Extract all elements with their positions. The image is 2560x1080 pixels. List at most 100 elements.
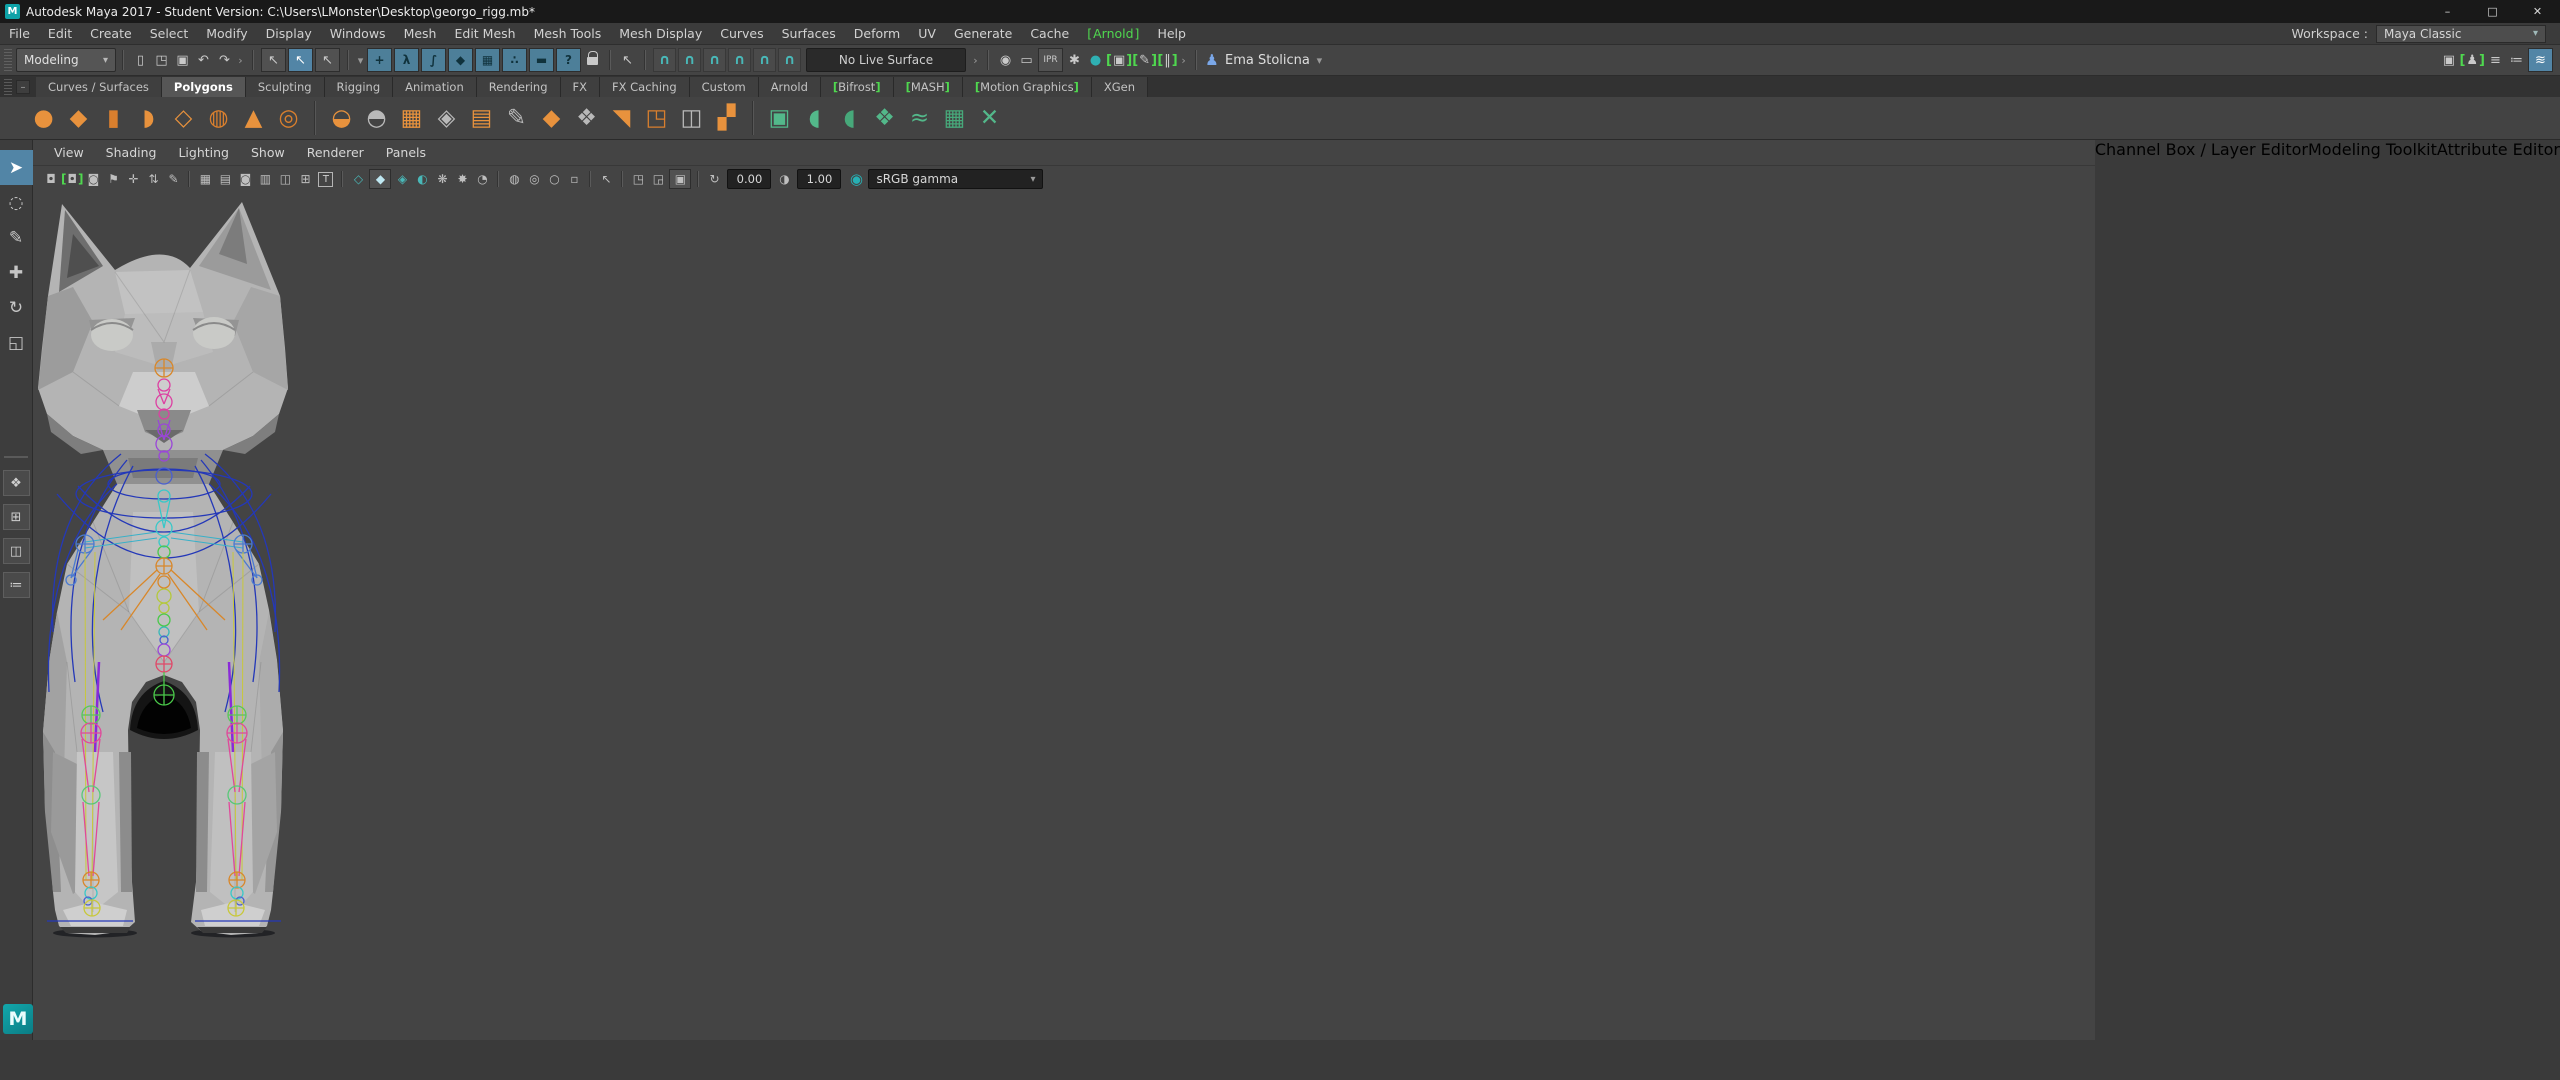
user-dropdown-arrow[interactable]: ▾ bbox=[1314, 48, 1325, 72]
gate-mask-icon[interactable]: ▥ bbox=[255, 169, 275, 189]
select-misc-icon[interactable]: ? bbox=[556, 48, 581, 72]
menu-mesh-display[interactable]: Mesh Display bbox=[610, 23, 711, 45]
menu-edit[interactable]: Edit bbox=[39, 23, 81, 45]
shaded-wireframe-mode-icon[interactable]: ◈ bbox=[392, 169, 412, 189]
channel-box-toggle-icon[interactable]: ≋ bbox=[2528, 48, 2553, 72]
menu-generate[interactable]: Generate bbox=[945, 23, 1021, 45]
workspace-dropdown[interactable]: Maya Classic bbox=[2376, 25, 2546, 43]
fog-icon[interactable]: ▫ bbox=[564, 169, 584, 189]
panel-menu-panels[interactable]: Panels bbox=[375, 145, 437, 160]
quad-draw-icon[interactable]: ▞ bbox=[709, 99, 744, 137]
boolean-difference-icon[interactable]: ◖ bbox=[797, 99, 832, 137]
collapse-arrow[interactable]: › bbox=[1178, 48, 1189, 72]
bracketed-pencil-tool-icon[interactable]: ✎ bbox=[1132, 48, 1157, 72]
remesh-icon[interactable]: ▦ bbox=[937, 99, 972, 137]
select-hierarchy-icon[interactable]: ↖ bbox=[261, 48, 286, 72]
poly-cylinder-icon[interactable]: ▮ bbox=[96, 99, 131, 137]
ipr-render-icon[interactable]: IPR bbox=[1038, 48, 1063, 72]
maximize-button[interactable]: □ bbox=[2470, 0, 2515, 23]
layout-four-pane-button[interactable]: ⊞ bbox=[3, 504, 30, 530]
safe-action-icon[interactable]: ⊞ bbox=[295, 169, 315, 189]
multi-cut-icon[interactable]: ✎ bbox=[499, 99, 534, 137]
snap-to-grid-icon[interactable]: ∩ bbox=[653, 48, 676, 72]
view-transform-dropdown[interactable]: sRGB gamma bbox=[868, 169, 1043, 189]
close-button[interactable]: ✕ bbox=[2515, 0, 2560, 23]
menu-curves[interactable]: Curves bbox=[711, 23, 772, 45]
shelf-tab-sculpting[interactable]: Sculpting bbox=[246, 77, 325, 97]
safe-title-icon[interactable]: T bbox=[318, 172, 333, 187]
move-tool[interactable]: ✚ bbox=[0, 255, 33, 290]
shelf-grip[interactable] bbox=[4, 79, 12, 95]
offset-edge-loop-icon[interactable]: ◫ bbox=[674, 99, 709, 137]
redo-icon[interactable]: ↷ bbox=[214, 48, 235, 72]
poly-cube-icon[interactable]: ◆ bbox=[61, 99, 96, 137]
open-scene-icon[interactable]: ◳ bbox=[151, 48, 172, 72]
select-rendering-icon[interactable]: ▬ bbox=[529, 48, 554, 72]
extrude-icon[interactable]: ◈ bbox=[429, 99, 464, 137]
menu-modify[interactable]: Modify bbox=[197, 23, 256, 45]
select-handles-icon[interactable]: + bbox=[367, 48, 392, 72]
menu-mesh[interactable]: Mesh bbox=[395, 23, 446, 45]
gamma-toggle-icon[interactable]: ◑ bbox=[774, 169, 794, 189]
viewport-renderer-icon[interactable]: ▣ bbox=[669, 169, 691, 189]
collapse-arrow[interactable]: › bbox=[235, 48, 246, 72]
snap-to-curves-icon[interactable]: ∩ bbox=[678, 48, 701, 72]
viewport-3d[interactable]: y x front -Z bbox=[33, 192, 2095, 1040]
shelf-menu-icon[interactable]: – bbox=[16, 80, 30, 94]
user-account-dropdown[interactable]: Ema Stolicna bbox=[1221, 48, 1314, 72]
character-controls-icon[interactable]: ♟ bbox=[2459, 48, 2485, 72]
grid-toggle-icon[interactable]: ▦ bbox=[195, 169, 215, 189]
wedge-icon[interactable]: ◥ bbox=[604, 99, 639, 137]
select-surfaces-icon[interactable]: ◆ bbox=[448, 48, 473, 72]
panel-menu-lighting[interactable]: Lighting bbox=[167, 145, 240, 160]
shelf-tab-xgen[interactable]: XGen bbox=[1092, 77, 1148, 97]
boolean-union-icon[interactable]: ▣ bbox=[762, 99, 797, 137]
shaded-mode-icon[interactable]: ◆ bbox=[369, 169, 391, 189]
exposure-toggle-icon[interactable]: ↻ bbox=[704, 169, 724, 189]
render-sphere-icon[interactable]: ● bbox=[1085, 48, 1106, 72]
shelf-tab-animation[interactable]: Animation bbox=[393, 77, 477, 97]
rotate-tool[interactable]: ↻ bbox=[0, 290, 33, 325]
tab-modeling-toolkit[interactable]: Modeling Toolkit bbox=[2308, 140, 2437, 159]
lock-selection-icon[interactable] bbox=[582, 48, 603, 72]
shadows-icon[interactable]: ✸ bbox=[452, 169, 472, 189]
image-plane-axis-icon[interactable]: ✛ bbox=[123, 169, 143, 189]
attribute-editor-toggle-icon[interactable]: ≡ bbox=[2485, 48, 2506, 72]
paint-select-tool[interactable]: ✎ bbox=[0, 220, 33, 255]
select-curves-icon[interactable]: ∫ bbox=[421, 48, 446, 72]
undo-icon[interactable]: ↶ bbox=[193, 48, 214, 72]
snap-to-view-planes-icon[interactable]: ∩ bbox=[753, 48, 776, 72]
panel-menu-show[interactable]: Show bbox=[240, 145, 296, 160]
bracketed-cube-tool-icon[interactable]: ▣ bbox=[1106, 48, 1132, 72]
menu-deform[interactable]: Deform bbox=[845, 23, 909, 45]
select-tool[interactable]: ➤ bbox=[0, 150, 33, 185]
resolution-gate-icon[interactable]: ◙ bbox=[235, 169, 255, 189]
retopologize-icon[interactable]: ✕ bbox=[972, 99, 1007, 137]
bridge-icon[interactable]: ▤ bbox=[464, 99, 499, 137]
menu-cache[interactable]: Cache bbox=[1021, 23, 1078, 45]
panel-menu-shading[interactable]: Shading bbox=[95, 145, 168, 160]
poly-pipe-icon[interactable]: ◎ bbox=[271, 99, 306, 137]
use-all-lights-icon[interactable]: ❋ bbox=[432, 169, 452, 189]
save-scene-icon[interactable]: ▣ bbox=[172, 48, 193, 72]
user-avatar-icon[interactable]: ♟ bbox=[1203, 48, 1221, 72]
menu-help[interactable]: Help bbox=[1148, 23, 1195, 45]
layout-two-pane-button[interactable]: ◫ bbox=[3, 538, 30, 564]
panel-menu-renderer[interactable]: Renderer bbox=[296, 145, 375, 160]
shelf-tab-motion-graphics[interactable]: Motion Graphics bbox=[963, 77, 1092, 97]
separate-icon[interactable]: ◓ bbox=[359, 99, 394, 137]
shelf-tab-custom[interactable]: Custom bbox=[690, 77, 759, 97]
reduce-icon[interactable]: ❖ bbox=[867, 99, 902, 137]
menu-display[interactable]: Display bbox=[257, 23, 321, 45]
shelf-tab-rigging[interactable]: Rigging bbox=[325, 77, 394, 97]
isolate-select-icon[interactable]: ↖ bbox=[596, 169, 616, 189]
select-component-icon[interactable]: ↖ bbox=[315, 48, 340, 72]
minimize-button[interactable]: – bbox=[2425, 0, 2470, 23]
bevel-icon[interactable]: ◆ bbox=[534, 99, 569, 137]
two-panes-icon[interactable]: ⇅ bbox=[143, 169, 163, 189]
snap-to-points-icon[interactable]: ∩ bbox=[703, 48, 726, 72]
cat-model-with-rig[interactable] bbox=[33, 192, 295, 940]
depth-of-field-icon[interactable]: ○ bbox=[544, 169, 564, 189]
render-view-icon[interactable]: ◉ bbox=[995, 48, 1016, 72]
shelf-tab-bifrost[interactable]: Bifrost bbox=[821, 77, 894, 97]
